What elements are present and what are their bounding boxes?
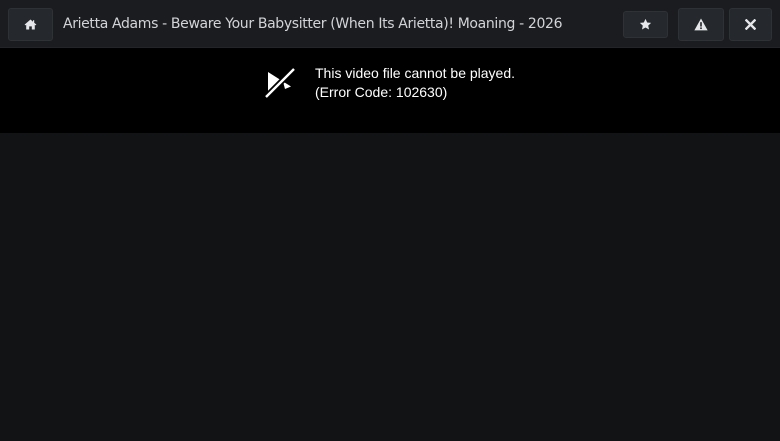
video-error-icon — [263, 66, 297, 103]
error-code: (Error Code: 102630) — [315, 84, 448, 100]
page-title: Arietta Adams - Beware Your Babysitter (… — [63, 16, 563, 32]
top-bar: Arietta Adams - Beware Your Babysitter (… — [0, 0, 780, 48]
video-player[interactable]: This video file cannot be played. (Error… — [0, 48, 780, 133]
close-icon — [745, 19, 756, 30]
star-icon — [639, 18, 652, 31]
error-message-line: This video file cannot be played. — [315, 65, 516, 81]
error-message: This video file cannot be played. (Error… — [315, 64, 515, 102]
content-area — [0, 133, 780, 441]
favorite-button[interactable] — [623, 11, 668, 38]
home-icon — [24, 19, 37, 30]
report-button[interactable] — [678, 8, 724, 41]
home-button[interactable] — [8, 8, 53, 41]
warning-icon — [694, 18, 708, 31]
close-button[interactable] — [729, 8, 772, 41]
